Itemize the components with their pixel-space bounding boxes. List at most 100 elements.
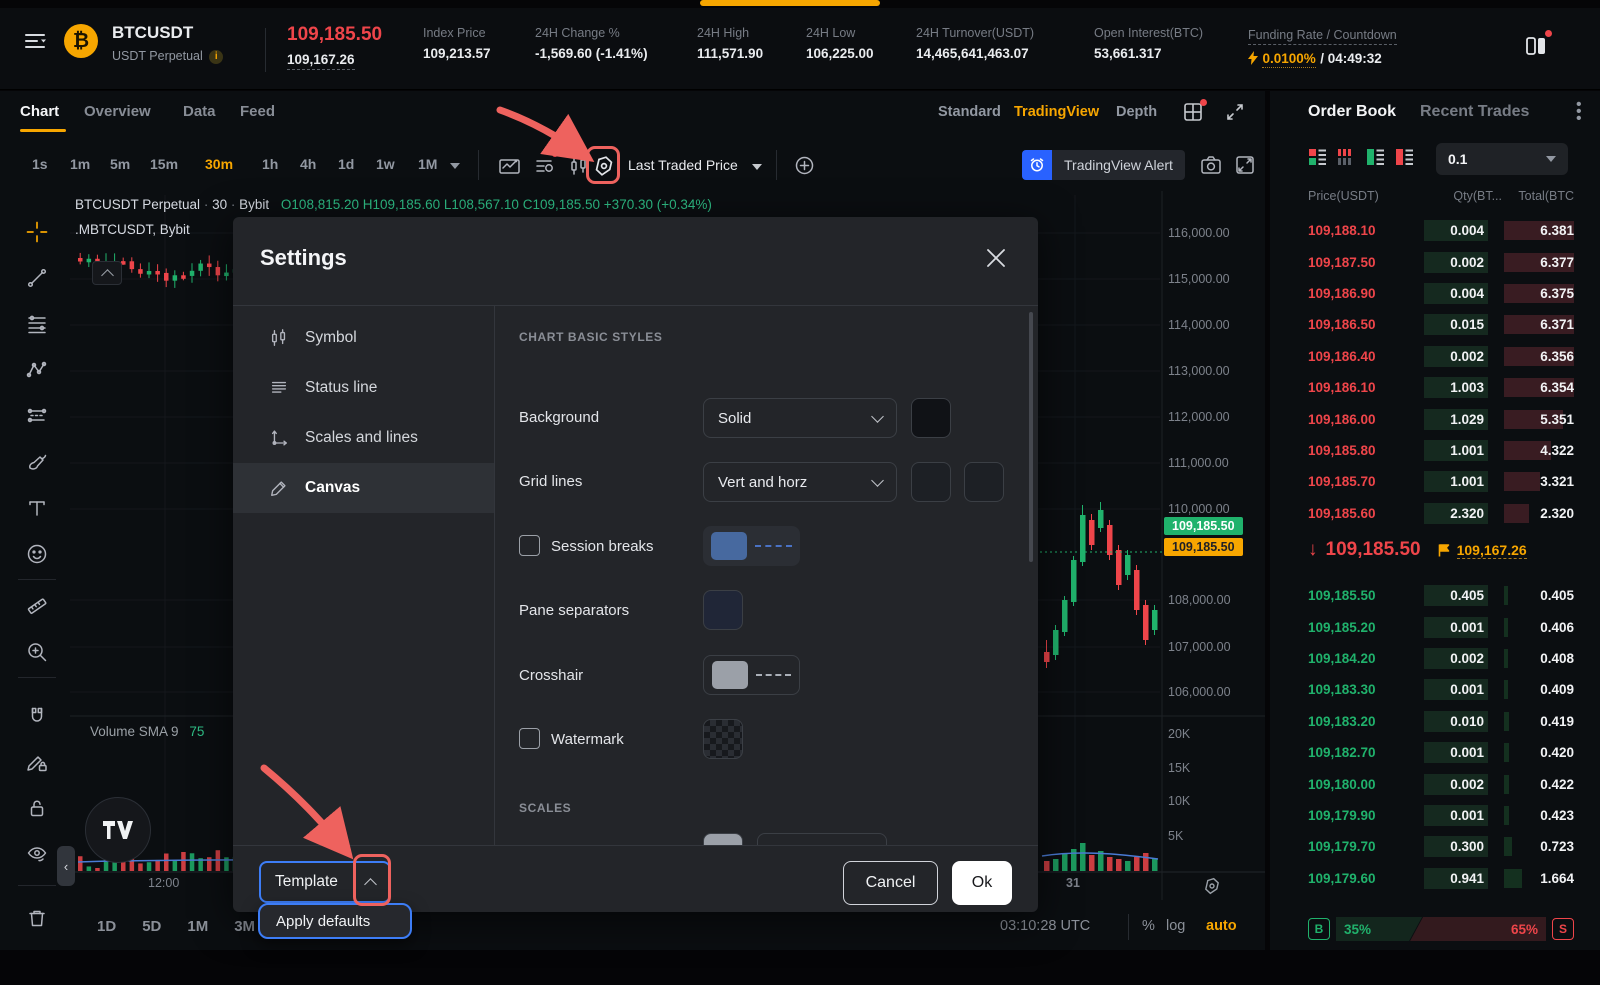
axis-settings-gear-icon[interactable]	[1202, 876, 1222, 896]
modal-nav-symbol[interactable]: Symbol	[233, 313, 494, 363]
modal-nav-status-line[interactable]: Status line	[233, 363, 494, 413]
close-icon[interactable]	[985, 247, 1007, 269]
watermark-color-swatch[interactable]	[703, 719, 743, 759]
order-book-ask-row[interactable]: 109,188.100.0046.381	[1270, 215, 1600, 246]
fib-retracement-tool-icon[interactable]	[26, 313, 48, 335]
crosshair-tool-icon[interactable]	[26, 221, 48, 243]
tf-4h[interactable]: 4h	[300, 156, 316, 172]
trend-line-tool-icon[interactable]	[26, 267, 48, 289]
ok-button[interactable]: Ok	[952, 861, 1012, 905]
session-breaks-color-swatch[interactable]	[711, 532, 747, 560]
lock-all-tool-icon[interactable]	[26, 797, 48, 819]
delete-drawings-tool-icon[interactable]	[26, 907, 48, 929]
background-type-dropdown[interactable]: Solid	[703, 398, 897, 438]
order-book-ask-row[interactable]: 109,185.602.3202.320	[1270, 498, 1600, 529]
ob-mode-asks-icon[interactable]	[1395, 147, 1414, 166]
pattern-tool-icon[interactable]	[26, 359, 48, 381]
scale-log-button[interactable]: log	[1166, 918, 1185, 934]
chart-settings-gear-icon[interactable]	[592, 154, 616, 178]
price-type-caret[interactable]	[752, 164, 762, 170]
add-compare-icon[interactable]	[794, 155, 815, 176]
order-book-bid-row[interactable]: 109,185.500.4050.405	[1270, 580, 1600, 611]
emoji-tool-icon[interactable]	[26, 543, 48, 565]
tab-overview[interactable]: Overview	[84, 103, 151, 120]
hide-drawings-tool-icon[interactable]	[26, 843, 48, 865]
orderbook-panel-icon[interactable]	[1524, 34, 1548, 58]
order-book-ask-row[interactable]: 109,185.701.0013.321	[1270, 466, 1600, 497]
tf-5m[interactable]: 5m	[110, 156, 130, 172]
tf-1M[interactable]: 1M	[418, 156, 437, 172]
order-book-bid-row[interactable]: 109,184.200.0020.408	[1270, 643, 1600, 674]
ob-mode-bids-icon[interactable]	[1366, 147, 1385, 166]
mode-standard[interactable]: Standard	[938, 104, 1001, 120]
crosshair-style-control[interactable]	[703, 655, 800, 695]
template-chevron-up-icon[interactable]	[364, 878, 377, 891]
scale-auto-button[interactable]: auto	[1206, 918, 1237, 934]
main-menu-icon[interactable]	[22, 28, 48, 54]
tf-1d[interactable]: 1d	[338, 156, 354, 172]
tab-chart[interactable]: Chart	[20, 103, 59, 120]
ruler-tool-icon[interactable]	[26, 595, 48, 617]
session-breaks-style-control[interactable]	[703, 526, 800, 566]
pane-separators-color-swatch[interactable]	[703, 590, 743, 630]
tf-1h[interactable]: 1h	[262, 156, 278, 172]
ob-mode-columns-icon[interactable]	[1337, 147, 1356, 166]
tf-1m[interactable]: 1m	[70, 156, 90, 172]
symbol-name[interactable]: BTCUSDT	[112, 23, 193, 43]
order-book-ask-row[interactable]: 109,187.500.0026.377	[1270, 246, 1600, 277]
mid-mark-price[interactable]: 109,167.26	[1457, 542, 1527, 559]
order-book-bid-row[interactable]: 109,182.700.0010.420	[1270, 737, 1600, 768]
grid-vert-color-swatch[interactable]	[911, 462, 951, 502]
modal-nav-scales-lines[interactable]: Scales and lines	[233, 413, 494, 463]
tick-size-dropdown[interactable]: 0.1	[1436, 143, 1568, 175]
camera-icon[interactable]	[1200, 155, 1222, 175]
tab-recent-trades[interactable]: Recent Trades	[1420, 103, 1529, 121]
order-book-bid-row[interactable]: 109,179.600.9411.664	[1270, 863, 1600, 894]
tf-1s[interactable]: 1s	[32, 156, 48, 172]
info-icon[interactable]: i	[209, 50, 223, 64]
order-book-ask-row[interactable]: 109,186.101.0036.354	[1270, 372, 1600, 403]
layout-grid-icon[interactable]	[1183, 102, 1203, 122]
order-book-bid-row[interactable]: 109,179.900.0010.423	[1270, 800, 1600, 831]
ob-mode-both-icon[interactable]	[1308, 147, 1327, 166]
compare-icon[interactable]	[568, 155, 590, 177]
modal-nav-canvas[interactable]: Canvas	[233, 463, 494, 513]
legend-collapse-button[interactable]	[92, 261, 122, 285]
modal-scrollbar[interactable]	[1029, 312, 1033, 562]
magnet-tool-icon[interactable]	[26, 705, 48, 727]
chart-clock[interactable]: 03:10:28 UTC	[1000, 918, 1090, 934]
scales-partial-swatch[interactable]	[703, 833, 743, 845]
session-breaks-checkbox[interactable]	[519, 535, 540, 556]
order-book-bid-row[interactable]: 109,183.200.0100.419	[1270, 706, 1600, 737]
apply-defaults-menu-item[interactable]: Apply defaults	[258, 903, 412, 939]
fullscreen-icon[interactable]	[1226, 103, 1244, 121]
tab-order-book[interactable]: Order Book	[1308, 103, 1396, 121]
grid-horz-color-swatch[interactable]	[964, 462, 1004, 502]
scale-percent-button[interactable]: %	[1142, 918, 1155, 934]
tf-30m[interactable]: 30m	[205, 156, 233, 172]
tab-feed[interactable]: Feed	[240, 103, 275, 120]
tf-1w[interactable]: 1w	[376, 156, 395, 172]
sidebar-collapse-handle[interactable]: ‹	[57, 846, 75, 886]
tradingview-alert-button[interactable]: TradingView Alert	[1022, 150, 1185, 180]
tradingview-logo[interactable]	[85, 797, 151, 863]
zoom-in-tool-icon[interactable]	[26, 641, 48, 663]
scales-partial-dropdown[interactable]	[757, 833, 887, 845]
order-book-ask-row[interactable]: 109,186.400.0026.356	[1270, 341, 1600, 372]
range-5d[interactable]: 5D	[142, 918, 161, 935]
indicators-icon[interactable]	[534, 155, 556, 177]
tf-15m[interactable]: 15m	[150, 156, 178, 172]
watermark-checkbox[interactable]	[519, 728, 540, 749]
position-tool-icon[interactable]	[26, 405, 48, 427]
crosshair-color-swatch[interactable]	[712, 661, 748, 689]
background-color-swatch[interactable]	[911, 398, 951, 438]
brush-tool-icon[interactable]	[26, 451, 48, 473]
price-type-dropdown[interactable]: Last Traded Price	[628, 157, 738, 173]
text-tool-icon[interactable]	[26, 497, 48, 519]
grid-lines-dropdown[interactable]: Vert and horz	[703, 462, 897, 502]
order-book-bid-row[interactable]: 109,180.000.0020.422	[1270, 768, 1600, 799]
mode-tradingview[interactable]: TradingView	[1014, 104, 1099, 120]
stat-funding[interactable]: Funding Rate / Countdown 0.0100% / 04:49…	[1248, 26, 1397, 68]
mid-price-row[interactable]: ↓ 109,185.50 109,167.26	[1308, 539, 1578, 561]
mode-depth[interactable]: Depth	[1116, 104, 1157, 120]
